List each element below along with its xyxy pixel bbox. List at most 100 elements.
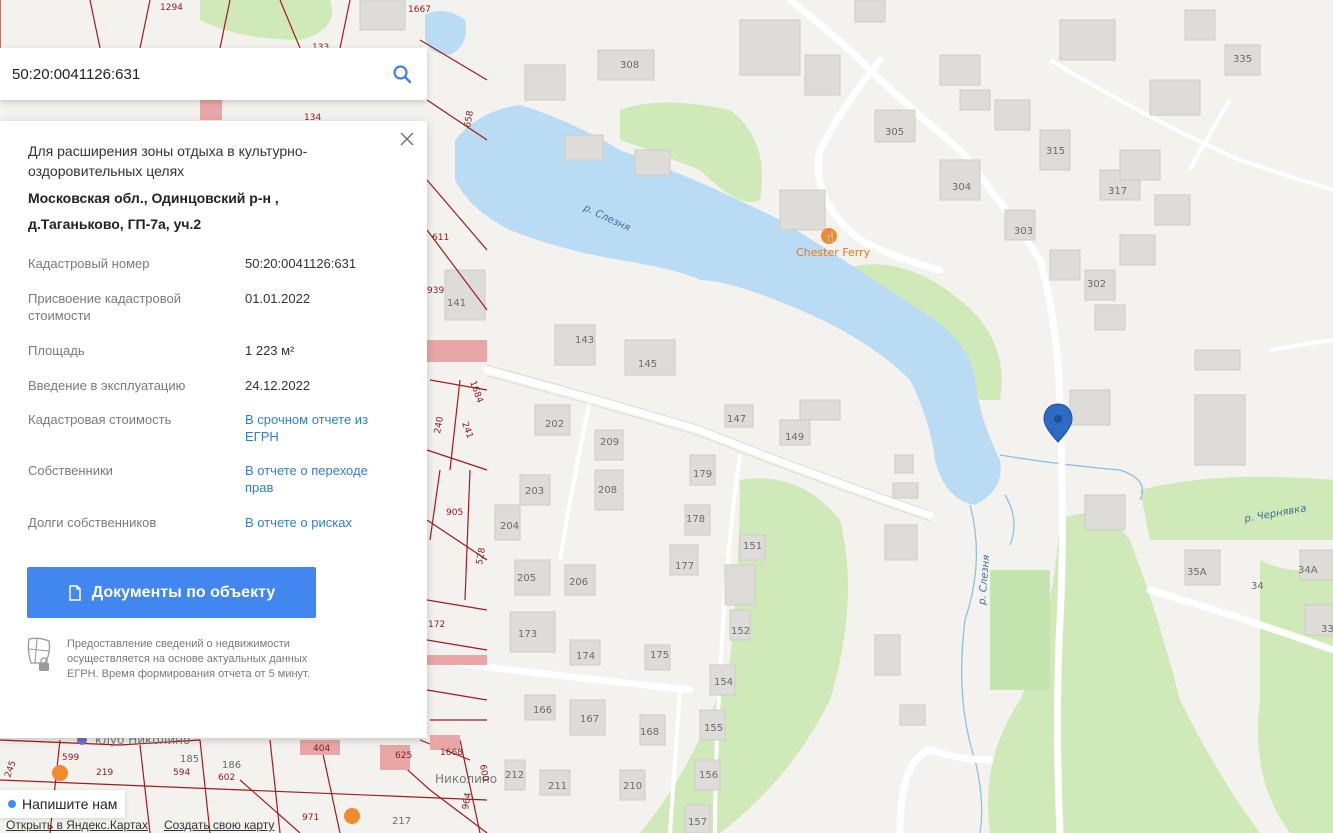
svg-text:594: 594 [173,768,190,778]
parcel-address: Московская обл., Одинцовский р-н , д.Таг… [28,190,279,232]
chat-status-icon [8,800,16,808]
close-icon [400,132,414,146]
map-attribution-links: Открыть в Яндекс.Картах Создать свою кар… [6,818,274,832]
parcel-properties: Кадастровый номер 50:20:0041126:631 Прис… [28,255,399,531]
property-value: 01.01.2022 [245,291,311,306]
svg-text:34: 34 [1251,581,1264,592]
cadastral-value-link[interactable]: В срочном отчете из ЕГРН [245,411,375,445]
svg-text:173: 173 [518,629,537,640]
svg-text:147: 147 [727,414,746,425]
svg-text:156: 156 [699,770,718,781]
svg-text:177: 177 [675,561,694,572]
property-key: Собственники [28,463,113,478]
svg-text:33: 33 [1321,624,1333,635]
svg-text:971: 971 [302,813,319,823]
svg-text:166: 166 [533,705,552,716]
svg-text:202: 202 [545,419,564,430]
documents-button-label: Документы по объекту [91,583,276,601]
svg-text:219: 219 [96,768,113,778]
data-source-note-text: Предоставление сведений о недвижимости о… [67,638,310,680]
svg-text:185: 185 [180,754,199,765]
property-key: Кадастровая стоимость [28,412,172,427]
svg-text:205: 205 [517,573,536,584]
owner-debts-link[interactable]: В отчете о рисках [245,514,375,531]
svg-text:308: 308 [620,60,639,71]
property-key: Присвоение кадастровой стоимости [28,291,182,323]
chat-widget-button[interactable]: Напишите нам [0,790,126,818]
property-key: Кадастровый номер [28,256,150,271]
property-value: 50:20:0041126:631 [245,256,357,271]
svg-text:174: 174 [576,651,595,662]
svg-text:168: 168 [640,727,659,738]
svg-text:175: 175 [650,650,669,661]
svg-text:34А: 34А [1298,565,1318,576]
svg-text:939: 939 [427,286,444,296]
svg-text:151: 151 [743,541,762,552]
svg-text:1667: 1667 [408,5,431,15]
property-key: Введение в эксплуатацию [28,378,186,393]
svg-text:154: 154 [714,677,733,688]
svg-text:217: 217 [392,816,411,827]
chat-label: Напишите нам [22,796,118,812]
svg-text:145: 145 [638,359,657,370]
svg-text:167: 167 [580,714,599,725]
svg-text:905: 905 [446,508,463,518]
svg-text:1294: 1294 [160,3,183,13]
property-row-cadastral-value: Кадастровая стоимость В срочном отчете и… [28,411,399,445]
poi-label-chester-ferry[interactable]: Chester Ferry [796,246,871,259]
svg-text:155: 155 [704,723,723,734]
data-source-note: Предоставление сведений о недвижимости о… [25,637,327,682]
close-button[interactable] [399,131,417,149]
property-value: 24.12.2022 [245,378,311,393]
property-row-owner-debts: Долги собственников В отчете о рисках [28,514,399,531]
svg-text:204: 204 [500,521,519,532]
svg-text:305: 305 [885,127,904,138]
svg-text:315: 315 [1046,146,1065,157]
svg-text:317: 317 [1108,186,1127,197]
svg-text:611: 611 [432,233,449,243]
documents-button[interactable]: Документы по объекту [27,567,316,618]
svg-text:209: 209 [600,437,619,448]
restaurant-icon-glyph: 🍴 [824,230,836,243]
svg-text:304: 304 [952,182,971,193]
property-row-commissioning: Введение в эксплуатацию 24.12.2022 [28,377,399,394]
svg-text:206: 206 [569,577,588,588]
svg-text:335: 335 [1233,54,1252,65]
property-value: 1 223 м² [245,343,295,358]
parcel-info-panel: Для расширения зоны отдыха в культурно-о… [0,121,427,738]
svg-text:179: 179 [693,469,712,480]
svg-text:1668: 1668 [440,748,463,758]
secure-document-icon [27,637,51,671]
svg-text:208: 208 [598,485,617,496]
owners-link[interactable]: В отчете о переходе прав [245,462,375,496]
svg-text:212: 212 [505,770,524,781]
svg-text:149: 149 [785,432,804,443]
svg-text:302: 302 [1087,279,1106,290]
property-row-valuation-date: Присвоение кадастровой стоимости 01.01.2… [28,290,399,324]
search-icon [393,65,412,84]
svg-text:178: 178 [686,514,705,525]
svg-text:211: 211 [548,781,567,792]
svg-text:602: 602 [218,773,235,783]
svg-text:303: 303 [1014,226,1033,237]
svg-text:186: 186 [222,760,241,771]
svg-text:210: 210 [623,781,642,792]
property-row-area: Площадь 1 223 м² [28,342,399,359]
svg-text:203: 203 [525,486,544,497]
svg-text:152: 152 [731,626,750,637]
property-row-cadastral-number: Кадастровый номер 50:20:0041126:631 [28,255,399,272]
svg-text:172: 172 [428,620,445,630]
create-own-map-link[interactable]: Создать свою карту [164,818,274,832]
search-input[interactable] [12,65,389,83]
svg-text:157: 157 [688,817,707,828]
search-bar [0,48,427,100]
document-icon [69,584,81,601]
property-key: Площадь [28,343,85,358]
open-in-yandex-maps-link[interactable]: Открыть в Яндекс.Картах [6,818,148,832]
svg-text:404: 404 [313,744,330,754]
svg-text:35А: 35А [1187,567,1207,578]
svg-text:141: 141 [447,298,466,309]
parcel-purpose: Для расширения зоны отдыха в культурно-о… [28,143,308,179]
food-icon-left [52,765,68,781]
search-button[interactable] [389,61,415,87]
